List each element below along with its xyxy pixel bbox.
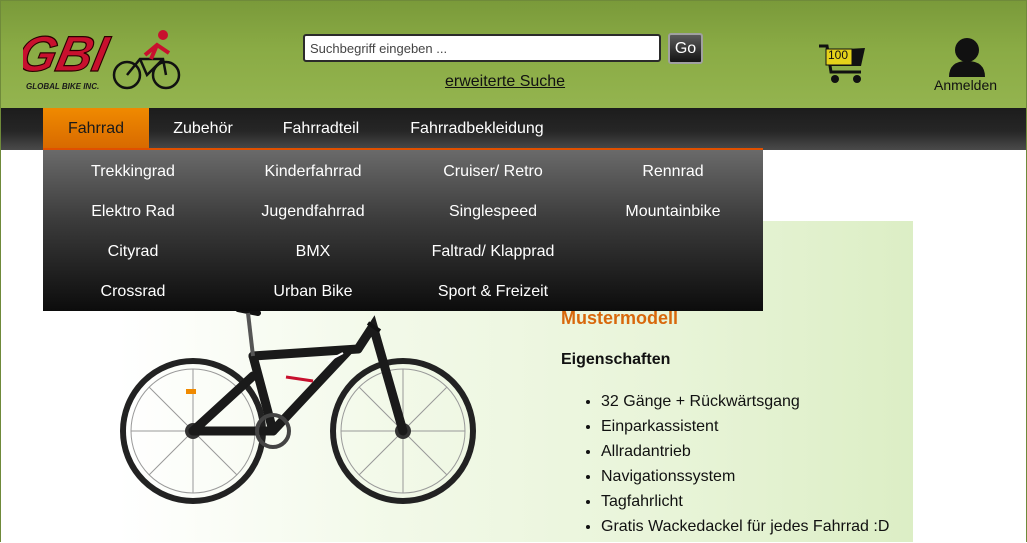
list-item: 32 Gänge + Rückwärtsgang	[601, 391, 889, 416]
user-icon[interactable]	[947, 37, 987, 77]
nav-item-fahrrad[interactable]: Fahrrad	[43, 108, 149, 148]
menu-item-bmx[interactable]: BMX	[223, 243, 403, 261]
bike-rider-icon	[112, 30, 181, 90]
main-nav: Fahrrad Zubehör Fahrradteil Fahrradbekle…	[1, 108, 1026, 150]
properties-list: 32 Gänge + Rückwärtsgang Einparkassisten…	[561, 391, 889, 541]
fahrrad-dropdown-menu: Trekkingrad Elektro Rad Cityrad Crossrad…	[43, 150, 763, 311]
list-item: Gratis Wackedackel für jedes Fahrrad :D	[601, 516, 889, 541]
header: GBI GLOBAL BIKE INC. Go erweiterte Suche…	[1, 1, 1026, 108]
logo-subtext: GLOBAL BIKE INC.	[26, 82, 99, 91]
properties-heading: Eigenschaften	[561, 351, 671, 368]
menu-item-kinderfahrrad[interactable]: Kinderfahrrad	[223, 163, 403, 181]
menu-item-mountainbike[interactable]: Mountainbike	[583, 203, 763, 221]
nav-item-fahrradbekleidung[interactable]: Fahrradbekleidung	[397, 108, 557, 148]
menu-item-jugendfahrrad[interactable]: Jugendfahrrad	[223, 203, 403, 221]
nav-item-zubehoer[interactable]: Zubehör	[161, 108, 245, 148]
search-input[interactable]	[303, 34, 661, 62]
page: GBI GLOBAL BIKE INC. Go erweiterte Suche…	[0, 0, 1027, 542]
list-item: Allradantrieb	[601, 441, 889, 466]
list-item: Navigationssystem	[601, 466, 889, 491]
logo-text: GBI	[23, 26, 114, 82]
gbi-logo[interactable]: GBI GLOBAL BIKE INC.	[23, 23, 181, 93]
menu-item-trekkingrad[interactable]: Trekkingrad	[43, 163, 223, 181]
menu-item-faltrad-klapprad[interactable]: Faltrad/ Klapprad	[403, 243, 583, 261]
list-item: Tagfahrlicht	[601, 491, 889, 516]
login-link[interactable]: Anmelden	[934, 77, 997, 93]
menu-item-rennrad[interactable]: Rennrad	[583, 163, 763, 181]
menu-item-sport-freizeit[interactable]: Sport & Freizeit	[403, 283, 583, 301]
cart-count: 100	[827, 48, 849, 62]
menu-item-cityrad[interactable]: Cityrad	[43, 243, 223, 261]
search-go-button[interactable]: Go	[668, 33, 703, 64]
menu-item-elektro-rad[interactable]: Elektro Rad	[43, 203, 223, 221]
product-bike-image	[120, 306, 476, 504]
menu-item-cruiser-retro[interactable]: Cruiser/ Retro	[403, 163, 583, 181]
menu-item-urban-bike[interactable]: Urban Bike	[223, 283, 403, 301]
menu-item-crossrad[interactable]: Crossrad	[43, 283, 223, 301]
advanced-search-link[interactable]: erweiterte Suche	[445, 73, 565, 91]
menu-item-singlespeed[interactable]: Singlespeed	[403, 203, 583, 221]
product-model-title: Mustermodell	[561, 308, 679, 328]
list-item: Einparkassistent	[601, 416, 889, 441]
nav-item-fahrradteil[interactable]: Fahrradteil	[271, 108, 371, 148]
